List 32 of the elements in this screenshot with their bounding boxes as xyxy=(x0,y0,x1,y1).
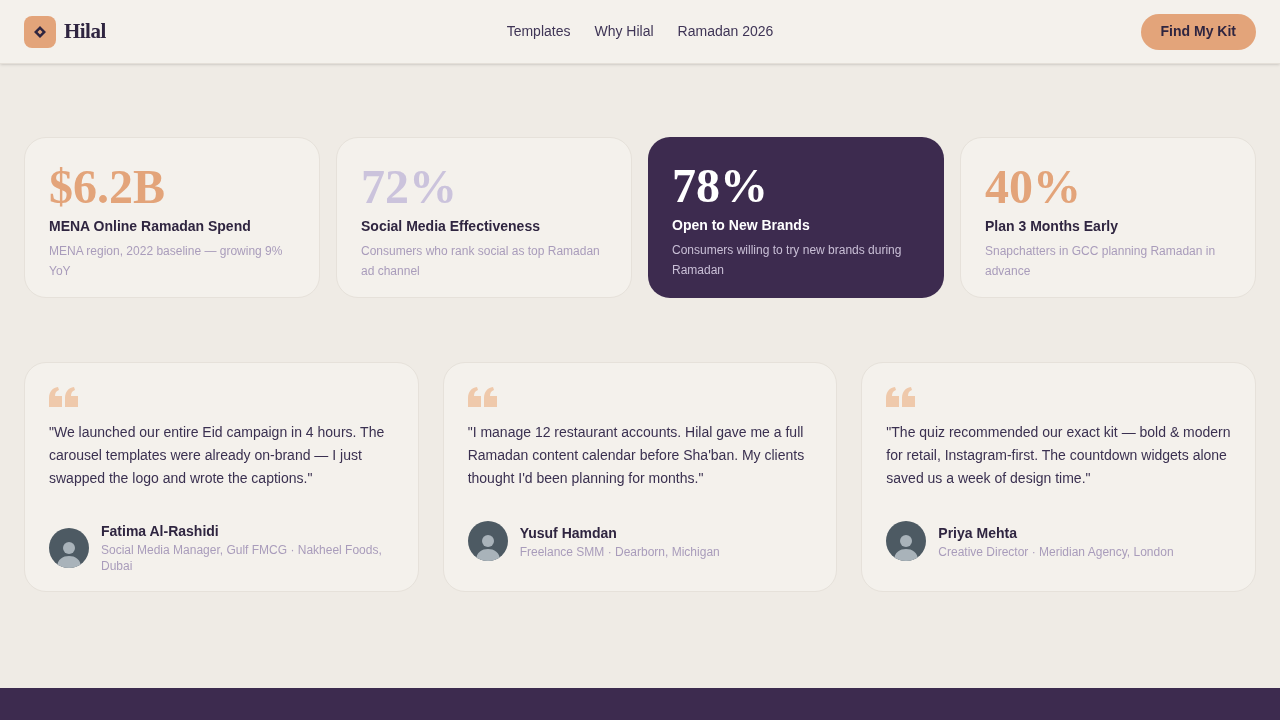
avatar xyxy=(886,521,927,561)
author-name: Priya Mehta xyxy=(938,523,1018,543)
stat-note: Consumers who rank social as top Ramadan ad channel xyxy=(361,243,601,280)
author-role: Freelance SMM · Dearborn, Michigan xyxy=(519,543,720,560)
stat-value: $6.2B xyxy=(49,162,166,212)
stat-title: Social Media Effectiveness xyxy=(361,217,541,236)
brand-name[interactable]: Hilal xyxy=(64,15,106,48)
find-kit-button[interactable]: Find My Kit xyxy=(1140,13,1256,50)
stat-title: Plan 3 Months Early xyxy=(985,217,1120,236)
testimonial-quote: "We launched our entire Eid campaign in 4 hours. The carousel templates were already on-brand — I just swapped the logo and wrote the captions." xyxy=(49,423,386,488)
stat-note: Consumers willing to try new brands during Ramadan xyxy=(672,242,903,279)
nav-link[interactable]: Ramadan 2026 xyxy=(677,21,774,42)
avatar xyxy=(49,527,89,568)
nav-link[interactable]: Why Hilal xyxy=(594,21,654,42)
testimonial-quote: "The quiz recommended our exact kit — bold & modern for retail, Instagram-first. The countdown widgets alone saved us a week of design time." xyxy=(886,423,1231,488)
stat-title: Open to New Brands xyxy=(672,216,811,235)
author-role: Creative Director · Meridian Agency, London xyxy=(938,543,1174,560)
stat-note: MENA region, 2022 baseline — growing 9% YoY xyxy=(49,243,284,280)
nav-link[interactable]: Templates xyxy=(506,21,571,42)
quote-icon xyxy=(886,387,916,407)
stat-value: 78% xyxy=(672,161,769,211)
avatar xyxy=(467,521,508,561)
quote-icon xyxy=(49,387,78,407)
stat-title: MENA Online Ramadan Spend xyxy=(49,217,252,236)
author-name: Yusuf Hamdan xyxy=(519,523,618,543)
author-name: Fatima Al-Rashidi xyxy=(101,522,220,541)
logo-icon xyxy=(24,15,56,48)
quote-icon xyxy=(467,387,497,407)
testimonial-quote: "I manage 12 restaurant accounts. Hilal gave me a full Ramadan content calendar before Sha'ban. My clients thought I'd been planning for months." xyxy=(467,423,806,488)
author-role: Social Media Manager, Gulf FMCG · Nakheel Foods, Dubai xyxy=(101,542,383,574)
stat-note: Snapchatters in GCC planning Ramadan in advance xyxy=(985,243,1217,280)
stat-value: 40% xyxy=(985,162,1082,212)
